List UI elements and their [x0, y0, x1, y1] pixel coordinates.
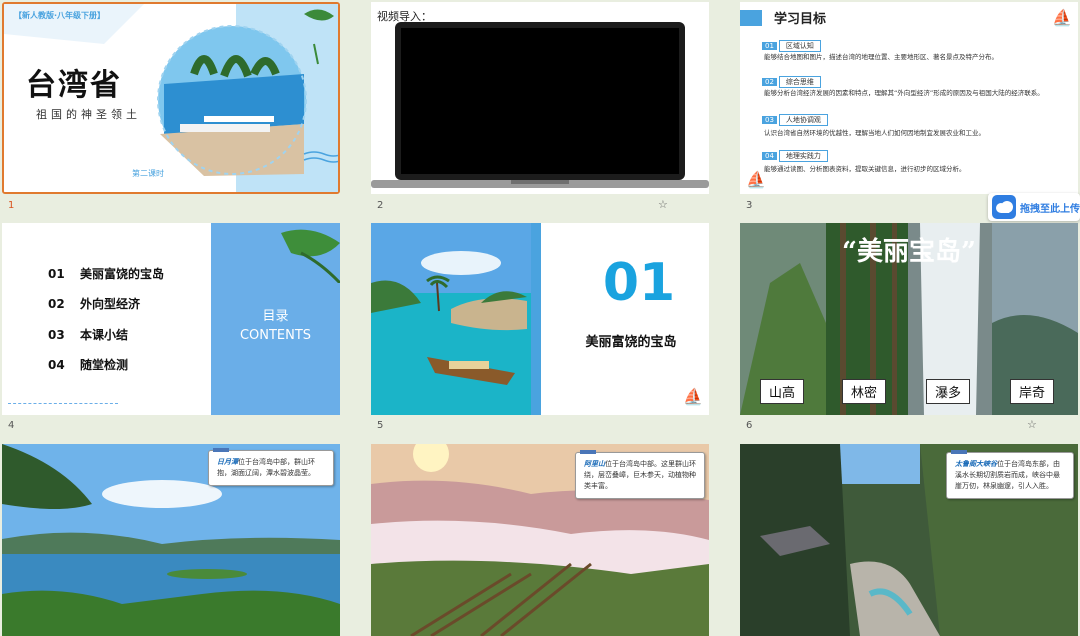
slide-thumbnail-8[interactable]: 阿里山位于台湾岛中部。这里群山环绕，层峦叠嶂，巨木参天，动植物种类丰富。: [371, 444, 709, 636]
toc-item-1: 01 美丽富饶的宝岛: [48, 267, 165, 281]
slide-thumbnail-2[interactable]: 视频导入：: [371, 2, 709, 194]
slide-number-3: 3: [746, 200, 753, 211]
slide-3-title: 学习目标: [774, 12, 827, 27]
sailboat-icon: ⛵: [746, 170, 766, 189]
sailboat-icon: ⛵: [1052, 8, 1072, 27]
slide-number-5: 5: [377, 420, 384, 431]
slide-1-title: 台湾省: [26, 68, 122, 103]
contents-panel: 目录 CONTENTS: [211, 223, 340, 415]
objective-3-desc: 认识台湾省自然环境的优越性，理解当地人们如何因地制宜发展农业和工业。: [764, 129, 985, 137]
star-icon[interactable]: ☆: [1027, 418, 1037, 431]
laptop-graphic: [371, 22, 709, 188]
slide-thumbnail-1[interactable]: 【新人教版·八年级下册】 台湾省 祖国的神圣领土 第二课时: [2, 2, 340, 194]
objective-4: 04 地理实践力: [762, 150, 828, 162]
slide-1-subtitle: 祖国的神圣领土: [36, 108, 141, 121]
toc-title-en: CONTENTS: [239, 328, 312, 343]
slide-number-6: 6: [746, 420, 753, 431]
objective-1: 01 区域认知: [762, 40, 821, 52]
toc-item-2: 02 外向型经济: [48, 297, 141, 311]
slide-1-tag: 【新人教版·八年级下册】: [14, 11, 106, 20]
palm-leaf-decoration: [281, 229, 340, 283]
star-icon[interactable]: ☆: [658, 198, 668, 211]
objective-1-desc: 能够结合地图和图片，描述台湾的地理位置、主要地形区、著名景点及特产分布。: [764, 53, 998, 61]
label-mountain: 山高: [760, 379, 805, 404]
cloud-upload-icon: [992, 195, 1016, 219]
upload-button-label: 拖拽至此上传: [1020, 204, 1080, 215]
slide-thumbnail-7[interactable]: 日月潭位于台湾岛中部，群山环抱，湖面辽阔，潭水碧波晶莹。: [2, 444, 340, 636]
slide-thumbnail-5[interactable]: 01 美丽富饶的宝岛 ⛵: [371, 223, 709, 415]
slide-thumbnail-6[interactable]: “美丽宝岛” 山高 林密 瀑多 岸奇: [740, 223, 1078, 415]
section-title: 美丽富饶的宝岛: [585, 335, 677, 350]
caption-box: 阿里山位于台湾岛中部。这里群山环绕，层峦叠嶂，巨木参天，动植物种类丰富。: [575, 450, 705, 499]
upload-button[interactable]: 拖拽至此上传: [988, 193, 1080, 221]
slide-thumbnail-9[interactable]: 太鲁阁大峡谷位于台湾岛东部，由溪水长期切割质岩而成，峡谷中悬崖万仞，林泉幽邃，引…: [740, 444, 1078, 636]
toc-item-4: 04 随堂检测: [48, 358, 129, 372]
slide-thumbnail-4[interactable]: 01 美丽富饶的宝岛 02 外向型经济 03 本课小结 04 随堂检测 目录 CONTE…: [2, 223, 340, 415]
label-coast: 岸奇: [1010, 379, 1055, 404]
objective-2-desc: 能够分析台湾经济发展的因素和特点，理解其“外向型经济”形成的原因及与祖国大陆的经…: [764, 89, 1044, 97]
toc-title-cn: 目录: [262, 309, 289, 324]
island-photo: [371, 223, 541, 415]
toc-item-3: 03 本课小结: [48, 328, 129, 342]
caption-box: 太鲁阁大峡谷位于台湾岛东部，由溪水长期切割质岩而成，峡谷中悬崖万仞，林泉幽邃，引…: [946, 450, 1074, 499]
slide-1-lesson: 第二课时: [132, 169, 164, 178]
objective-2: 02 综合思维: [762, 76, 821, 88]
objective-4-desc: 能够通过读图、分析图表资料，提取关键信息，进行初步的区域分析。: [764, 165, 966, 173]
divider: [8, 403, 118, 404]
label-forest: 林密: [842, 379, 887, 404]
title-accent-bar: [740, 10, 762, 26]
slide-6-title: “美丽宝岛”: [842, 237, 976, 267]
slide-number-2: 2: [377, 200, 384, 211]
caption-box: 日月潭位于台湾岛中部，群山环抱，湖面辽阔，潭水碧波晶莹。: [208, 448, 334, 486]
section-number: 01: [602, 253, 676, 313]
objective-3: 03 人地协调观: [762, 114, 828, 126]
slide-number-1: 1: [8, 200, 15, 211]
label-waterfall: 瀑多: [926, 379, 971, 404]
slide-number-4: 4: [8, 420, 15, 431]
slide-thumbnail-3[interactable]: 学习目标 ⛵ 01 区域认知 能够结合地图和图片，描述台湾的地理位置、主要地形区、…: [740, 2, 1078, 194]
sailboat-icon: ⛵: [683, 387, 703, 406]
